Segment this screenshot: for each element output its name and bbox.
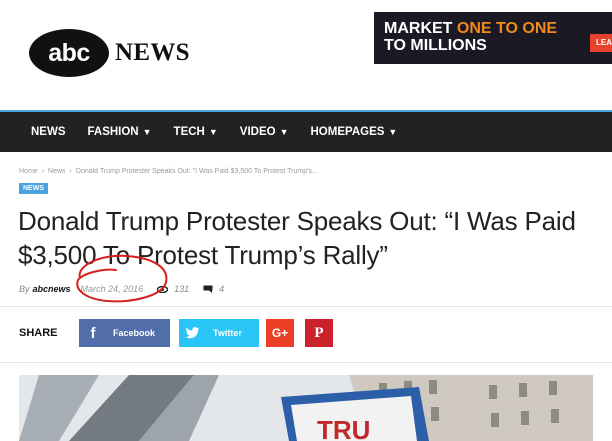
- main-nav: NEWS FASHION ▼ TECH ▼ VIDEO ▼ HOMEPAGES ▼: [0, 110, 612, 152]
- nav-item-homepages[interactable]: HOMEPAGES ▼: [311, 126, 398, 138]
- logo-abc: abc: [29, 29, 109, 77]
- divider: [0, 362, 612, 363]
- facebook-share-button[interactable]: f Facebook: [79, 319, 170, 347]
- pinterest-icon: P: [314, 324, 324, 341]
- comment-icon: [203, 285, 213, 293]
- googleplus-share-button[interactable]: G+: [266, 319, 294, 347]
- chevron-right-icon: ›: [69, 168, 72, 175]
- author-link[interactable]: abcnews: [33, 284, 71, 294]
- byline-prefix: By: [19, 284, 30, 294]
- site-header: abc NEWS MARKET ONE TO ONE TO MILLIONS L…: [0, 0, 612, 108]
- comment-count-value: 4: [219, 284, 225, 294]
- view-count-value: 131: [174, 284, 190, 294]
- category-badge[interactable]: NEWS: [19, 183, 48, 194]
- publish-date: March 24, 2016: [80, 284, 144, 294]
- breadcrumb-news[interactable]: News: [48, 168, 66, 175]
- chevron-right-icon: ›: [41, 168, 45, 175]
- comment-count[interactable]: 4: [203, 284, 224, 294]
- twitter-icon: [179, 327, 207, 339]
- pinterest-share-button[interactable]: P: [305, 319, 333, 347]
- nav-item-tech[interactable]: TECH ▼: [174, 126, 218, 138]
- hero-sign-text: TRU: [317, 415, 370, 441]
- chevron-down-icon: ▼: [142, 127, 152, 137]
- share-label: SHARE: [19, 327, 58, 339]
- nav-item-fashion[interactable]: FASHION ▼: [88, 126, 152, 138]
- breadcrumb-home[interactable]: Home: [19, 168, 38, 175]
- site-logo[interactable]: abc NEWS: [29, 29, 190, 77]
- banner-ad[interactable]: MARKET ONE TO ONE TO MILLIONS LEAR: [374, 12, 612, 64]
- hero-photo: TRU: [19, 375, 593, 441]
- chevron-down-icon: ▼: [279, 127, 289, 137]
- eye-icon: [157, 285, 169, 293]
- nav-item-news[interactable]: NEWS: [31, 126, 66, 138]
- twitter-share-button[interactable]: Twitter: [179, 319, 259, 347]
- ad-learn-button[interactable]: LEAR: [590, 34, 612, 52]
- divider: [0, 306, 612, 307]
- googleplus-icon: G+: [271, 326, 289, 340]
- chevron-down-icon: ▼: [208, 127, 218, 137]
- article-meta: By abcnews March 24, 2016 131 4: [19, 284, 224, 294]
- article-title: Donald Trump Protester Speaks Out: “I Wa…: [18, 206, 576, 270]
- facebook-icon: f: [90, 324, 96, 342]
- ad-subline: TO MILLIONS: [384, 37, 487, 54]
- facebook-label: Facebook: [113, 328, 156, 338]
- view-count: 131: [157, 284, 189, 294]
- logo-news: NEWS: [115, 39, 190, 66]
- hero-image: TRU: [19, 375, 593, 441]
- chevron-down-icon: ▼: [388, 127, 398, 137]
- ad-headline: MARKET ONE TO ONE: [384, 20, 558, 37]
- breadcrumb: Home › News › Donald Trump Protester Speaks …: [19, 168, 318, 175]
- breadcrumb-current: Donald Trump Protester Speaks Out: "I Wa…: [75, 168, 318, 175]
- twitter-label: Twitter: [213, 328, 242, 338]
- nav-item-video[interactable]: VIDEO ▼: [240, 126, 289, 138]
